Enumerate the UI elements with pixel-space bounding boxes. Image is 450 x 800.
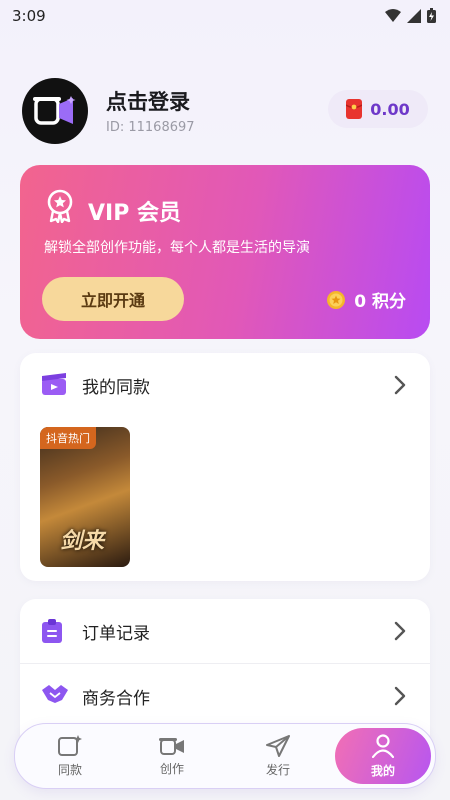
points-display[interactable]: 0 积分 [326,287,406,312]
vip-description: 解锁全部创作功能，每个人都是生活的导演 [44,240,310,256]
tab-label: 同款 [57,762,82,777]
menu-row-orders[interactable]: 订单记录 [20,599,430,663]
points-text: 0 积分 [354,292,406,312]
profile-header: 点击登录 ID: 11168697 0.00 [22,78,428,144]
tab-publish[interactable]: 发行 [233,724,323,788]
clapperboard-icon [42,373,66,395]
battery-icon [427,8,436,23]
user-id: ID: 11168697 [106,120,195,135]
camera-icon [159,737,184,755]
status-bar: 3:09 [0,0,450,32]
same-style-card: 我的同款 抖音热门 剑来 [20,353,430,581]
tab-mine[interactable]: 我的 [335,728,431,784]
poster-title: 剑来 [60,529,105,554]
balance-amount: 0.00 [370,99,410,119]
chevron-right-icon [394,375,406,395]
vip-badge-icon [47,189,73,223]
send-icon [266,734,290,757]
avatar[interactable] [22,78,88,144]
tab-label: 我的 [370,763,395,778]
vip-title: VIP 会员 [88,201,181,226]
same-style-icon [58,734,82,756]
person-icon [372,733,394,758]
red-envelope-icon [346,99,363,119]
clipboard-icon [42,619,62,643]
signal-icon [407,8,421,23]
status-icons [385,8,436,23]
tab-label: 发行 [265,762,290,777]
handshake-icon [42,685,68,703]
wifi-icon [385,8,401,22]
poster-tag: 抖音热门 [40,427,96,449]
bottom-tab-bar: 同款 创作 发行 我的 [14,723,436,789]
same-style-row[interactable]: 我的同款 [20,353,430,417]
login-prompt[interactable]: 点击登录 [106,86,190,116]
menu-row-business[interactable]: 商务合作 [20,664,430,728]
same-style-poster[interactable]: 抖音热门 剑来 [40,427,130,567]
vip-card[interactable]: VIP 会员 解锁全部创作功能，每个人都是生活的导演 立即开通 0 积分 [20,165,430,339]
same-style-label: 我的同款 [82,377,150,398]
menu-label-business: 商务合作 [82,688,150,709]
tab-same-style[interactable]: 同款 [25,724,115,788]
app-logo-icon [33,96,76,125]
vip-open-button[interactable]: 立即开通 [42,277,184,321]
chevron-right-icon [394,621,406,641]
wallet-balance[interactable]: 0.00 [328,90,428,128]
chevron-right-icon [394,686,406,706]
status-time: 3:09 [12,7,46,25]
menu-label-orders: 订单记录 [82,623,150,644]
tab-label: 创作 [159,761,184,776]
coin-icon [327,290,346,309]
tab-create[interactable]: 创作 [127,724,217,788]
